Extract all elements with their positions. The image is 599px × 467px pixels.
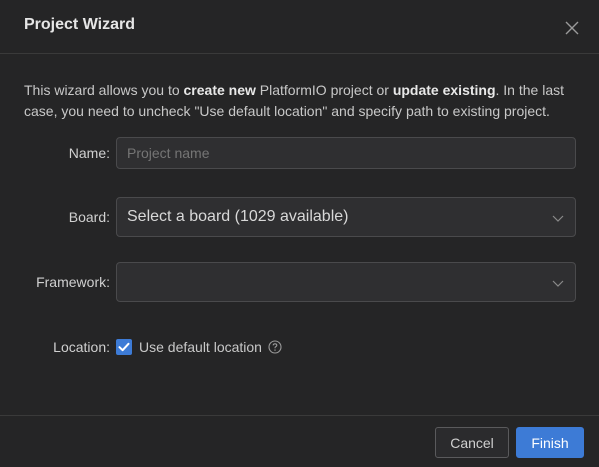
update-existing-emphasis: update existing bbox=[392, 82, 496, 98]
framework-select[interactable] bbox=[116, 262, 576, 302]
project-wizard-dialog: Project Wizard This wizard allows you to… bbox=[0, 0, 599, 467]
help-button[interactable] bbox=[268, 340, 282, 354]
dialog-title: Project Wizard bbox=[24, 16, 135, 33]
use-default-location-label[interactable]: Use default location bbox=[139, 339, 262, 355]
board-label: Board: bbox=[68, 209, 110, 225]
chevron-down-icon bbox=[552, 280, 564, 287]
framework-label: Framework: bbox=[36, 274, 110, 290]
board-select-value: Select a board (1029 available) bbox=[127, 208, 349, 225]
help-circle-icon bbox=[268, 340, 282, 354]
chevron-down-icon bbox=[552, 215, 564, 222]
create-new-emphasis: create new bbox=[183, 82, 256, 98]
location-label: Location: bbox=[53, 339, 110, 355]
close-icon bbox=[565, 21, 579, 35]
project-name-input[interactable] bbox=[117, 138, 575, 168]
name-label: Name: bbox=[68, 145, 110, 161]
board-select[interactable]: Select a board (1029 available) bbox=[116, 197, 576, 237]
wizard-description: This wizard allows you to create new Pla… bbox=[24, 82, 564, 119]
check-icon bbox=[118, 342, 130, 352]
use-default-location-checkbox[interactable] bbox=[116, 339, 132, 355]
name-field[interactable] bbox=[116, 137, 576, 169]
cancel-button[interactable]: Cancel bbox=[435, 427, 509, 458]
close-button[interactable] bbox=[562, 18, 582, 38]
dialog-footer: Cancel Finish bbox=[0, 415, 599, 467]
finish-button[interactable]: Finish bbox=[516, 427, 584, 458]
dialog-header: Project Wizard bbox=[0, 0, 599, 54]
